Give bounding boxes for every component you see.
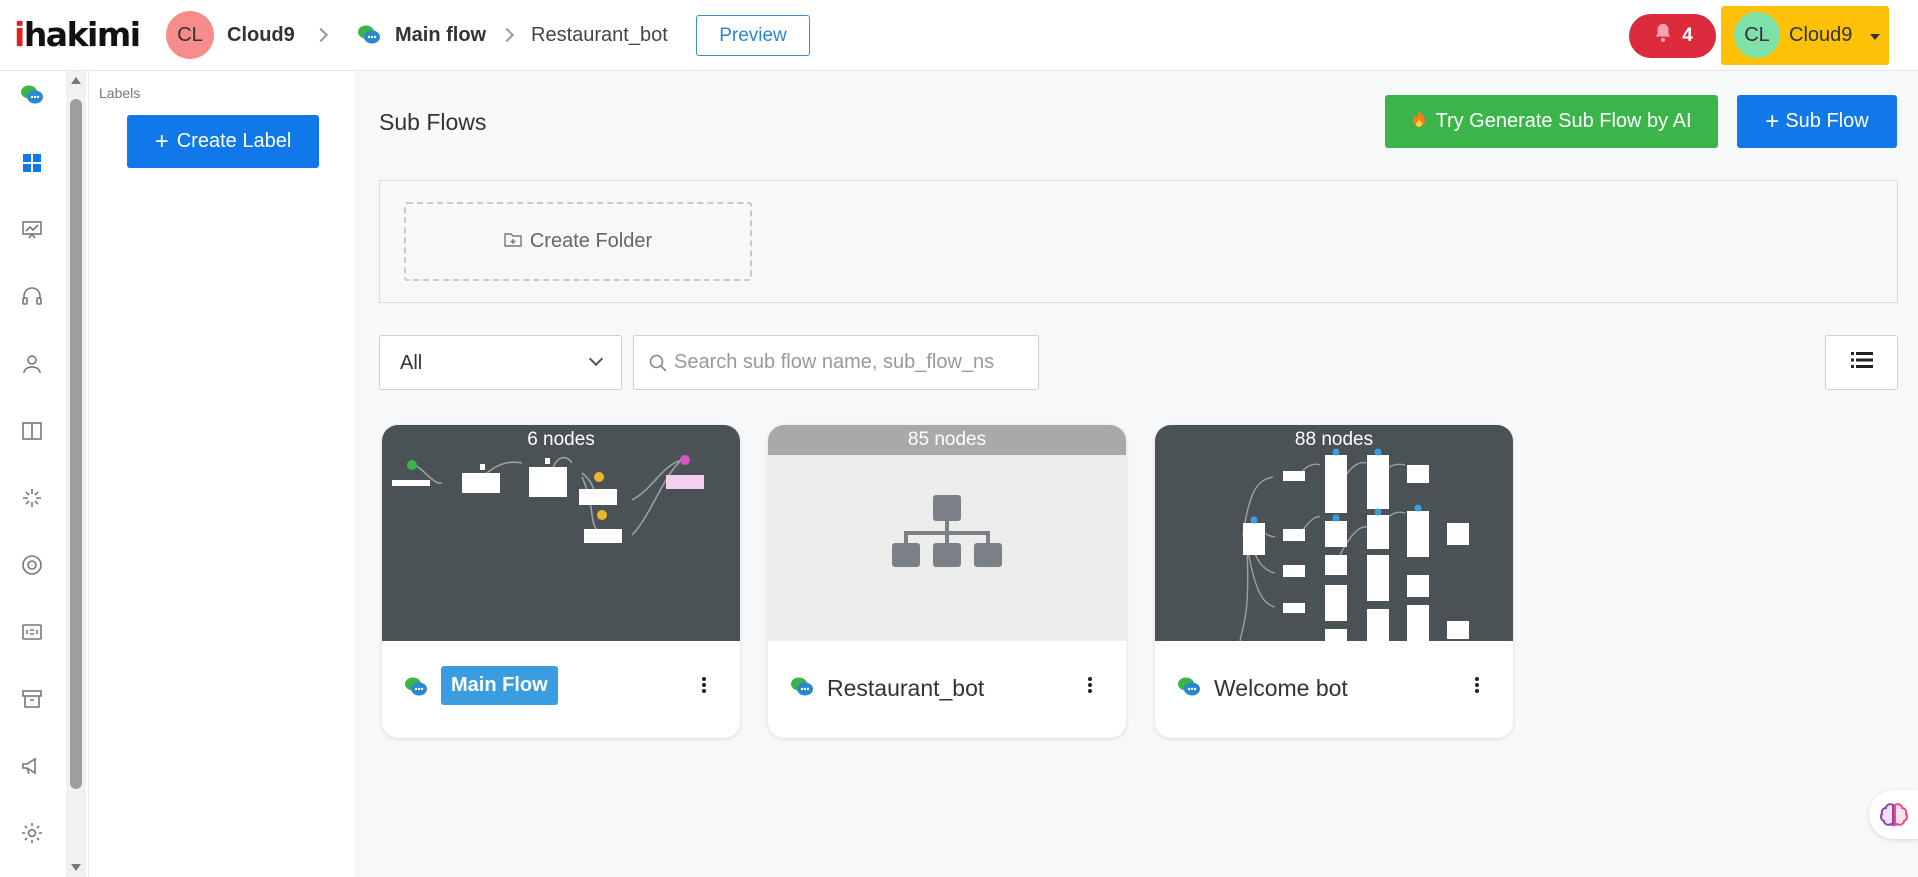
- subflow-card[interactable]: 85 nodes Restaurant_bot: [768, 425, 1126, 738]
- flow-preview-thumbnail[interactable]: [1155, 425, 1513, 642]
- folders-area: Create Folder: [379, 180, 1898, 303]
- node-count: 88 nodes: [1294, 429, 1374, 450]
- logo-rest: hakimi: [23, 15, 141, 54]
- fire-icon: [1411, 109, 1427, 135]
- chevron-right-icon: [499, 27, 515, 43]
- ai-generate-text: Try Generate Sub Flow by AI: [1435, 110, 1692, 132]
- search-icon: [648, 353, 668, 378]
- scroll-down-arrow[interactable]: [71, 864, 81, 871]
- notification-count: 4: [1682, 25, 1693, 46]
- chat-bot-icon: [357, 23, 381, 52]
- search-input[interactable]: [674, 336, 1024, 389]
- flow-preview-thumbnail[interactable]: [382, 425, 740, 641]
- card-footer: Welcome bot: [1155, 641, 1513, 738]
- bell-icon: [1652, 22, 1674, 50]
- notifications-button[interactable]: 4: [1629, 14, 1716, 58]
- create-folder-text: Create Folder: [529, 230, 653, 252]
- workspace-avatar[interactable]: CL: [166, 11, 214, 59]
- subflow-card[interactable]: 88 nodes Welcome bot: [1155, 425, 1513, 738]
- left-nav-rail: [0, 71, 64, 877]
- id-card-icon[interactable]: [19, 619, 45, 645]
- labels-title: Labels: [99, 85, 141, 101]
- more-options-icon[interactable]: [1088, 677, 1092, 695]
- user-avatar: CL: [1734, 12, 1780, 58]
- create-label-button[interactable]: + Create Label: [127, 115, 319, 168]
- subflow-name[interactable]: Welcome bot: [1214, 675, 1348, 702]
- more-options-icon[interactable]: [1475, 677, 1479, 695]
- user-icon[interactable]: [19, 351, 45, 377]
- card-footer: Restaurant_bot: [768, 641, 1126, 738]
- label-filter-select[interactable]: All: [379, 335, 622, 390]
- chat-bot-icon: [790, 675, 814, 704]
- breadcrumb-main-flow[interactable]: Main flow: [395, 24, 486, 47]
- search-box[interactable]: [633, 335, 1039, 390]
- folder-plus-icon: [504, 230, 522, 253]
- sidebar-scrollbar[interactable]: [66, 71, 86, 877]
- flow-placeholder-thumbnail[interactable]: [768, 425, 1126, 641]
- main-content: Sub Flows Try Generate Sub Flow by AI + …: [357, 71, 1918, 877]
- create-label-text: Create Label: [176, 130, 292, 152]
- caret-down-icon: [1870, 34, 1880, 40]
- ai-generate-subflow-button[interactable]: Try Generate Sub Flow by AI: [1385, 95, 1718, 148]
- user-menu-button[interactable]: CL Cloud9: [1721, 6, 1889, 65]
- create-folder-button[interactable]: Create Folder: [404, 202, 752, 281]
- top-header: ihakimi CL Cloud9 Main flow Restaurant_b…: [0, 0, 1918, 71]
- filter-value: All: [400, 352, 423, 374]
- chat-bot-icon[interactable]: [19, 82, 45, 108]
- preview-button[interactable]: Preview: [696, 15, 810, 56]
- chevron-down-icon: [588, 351, 604, 367]
- ihakimi-logo[interactable]: ihakimi: [14, 15, 141, 54]
- user-name: Cloud9: [1789, 24, 1853, 46]
- lifebuoy-icon[interactable]: [19, 552, 45, 578]
- scroll-thumb[interactable]: [70, 99, 82, 789]
- list-view-button[interactable]: [1825, 335, 1898, 390]
- add-subflow-button[interactable]: + Sub Flow: [1737, 95, 1897, 148]
- node-count: 6 nodes: [527, 429, 595, 450]
- scroll-up-arrow[interactable]: [71, 77, 81, 84]
- chat-bot-icon: [1177, 675, 1201, 704]
- labels-panel: Labels + Create Label: [88, 71, 356, 877]
- more-options-icon[interactable]: [702, 677, 706, 695]
- megaphone-icon[interactable]: [19, 753, 45, 779]
- chat-bot-icon: [404, 675, 428, 704]
- list-icon: [1850, 351, 1873, 374]
- subflow-card[interactable]: 6 nodes Main Flow: [382, 425, 740, 738]
- book-icon[interactable]: [19, 418, 45, 444]
- workspace-name[interactable]: Cloud9: [227, 24, 295, 47]
- subflow-name[interactable]: Restaurant_bot: [827, 675, 984, 702]
- page-title: Sub Flows: [379, 109, 487, 135]
- node-count: 85 nodes: [768, 425, 1126, 455]
- archive-icon[interactable]: [19, 686, 45, 712]
- settings-icon[interactable]: [19, 820, 45, 846]
- ai-assistant-brain-icon[interactable]: [1869, 790, 1918, 839]
- presentation-icon[interactable]: [19, 217, 45, 243]
- dashboard-icon[interactable]: [19, 150, 45, 176]
- add-subflow-text: Sub Flow: [1785, 110, 1869, 132]
- sparkle-icon[interactable]: [19, 485, 45, 511]
- subflow-name[interactable]: Main Flow: [441, 666, 558, 705]
- breadcrumb-current: Restaurant_bot: [531, 24, 668, 46]
- card-footer: Main Flow: [382, 641, 740, 738]
- headset-icon[interactable]: [19, 284, 45, 310]
- plus-icon: +: [1765, 107, 1780, 135]
- chevron-right-icon: [313, 27, 329, 43]
- plus-icon: +: [154, 127, 169, 155]
